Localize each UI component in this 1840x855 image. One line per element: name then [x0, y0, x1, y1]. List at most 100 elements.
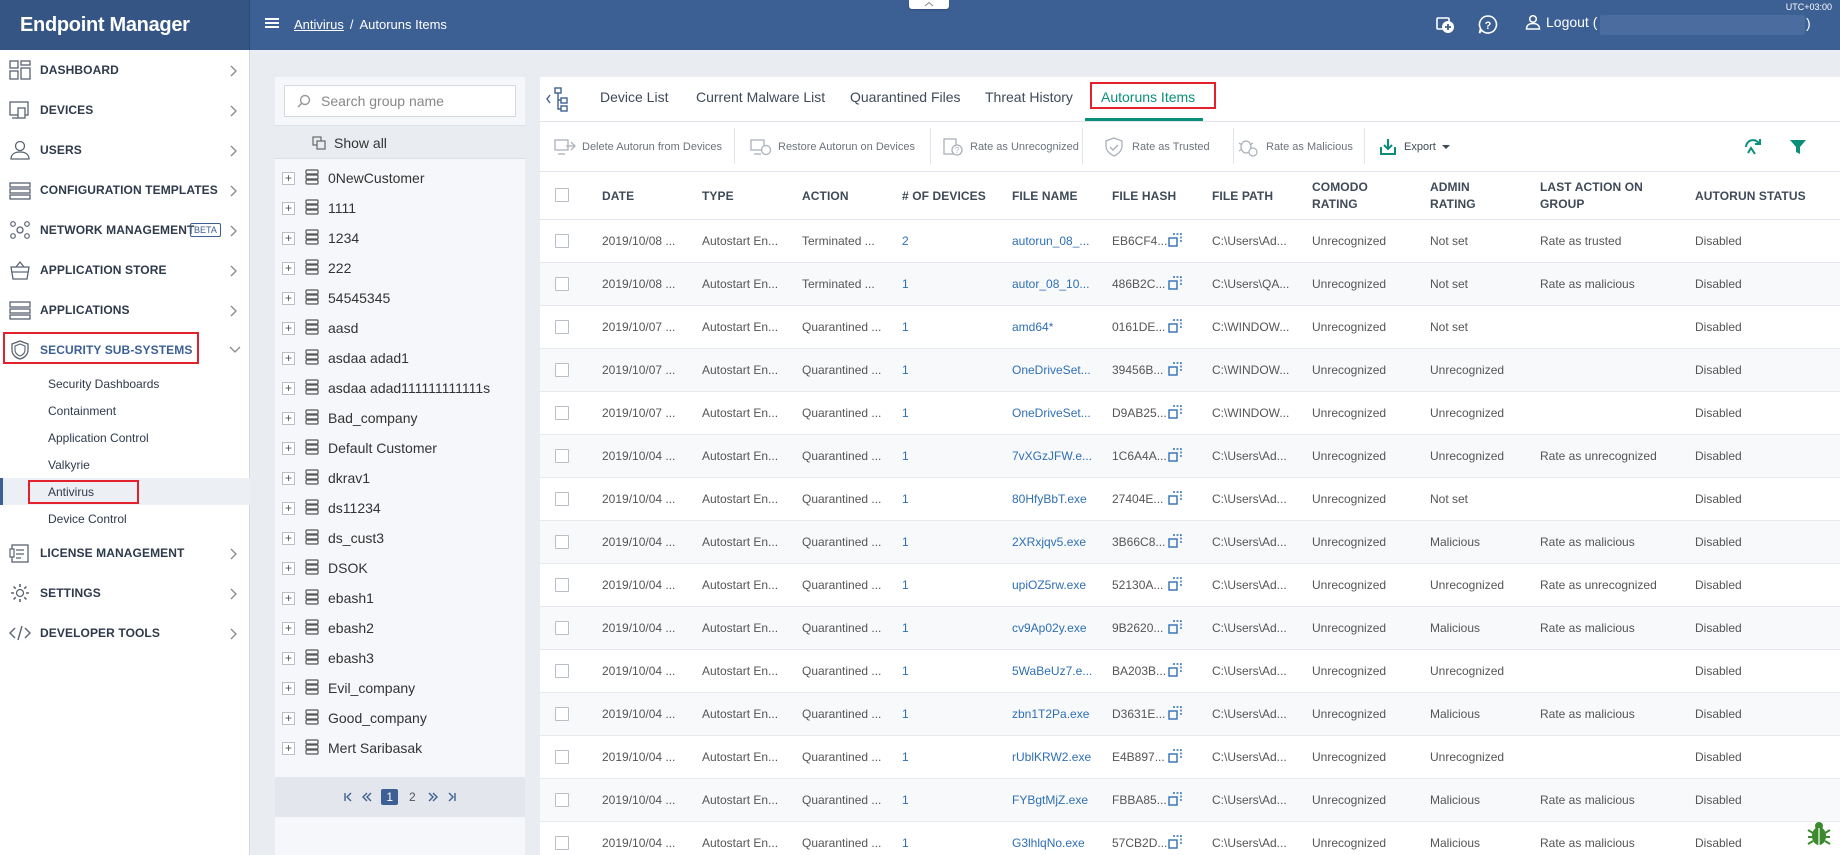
header-collapse-tab[interactable] — [909, 0, 949, 9]
sidebar-item-application-store[interactable]: APPLICATION STORE — [0, 250, 250, 290]
group-item[interactable]: + ebash3 — [275, 643, 525, 673]
sidebar-subitem-security-dashboards[interactable]: Security Dashboards — [0, 370, 250, 397]
select-all-checkbox[interactable] — [555, 188, 569, 202]
copy-hash-icon[interactable] — [1168, 749, 1182, 763]
copy-hash-icon[interactable] — [1168, 405, 1182, 419]
copy-hash-icon[interactable] — [1168, 319, 1182, 333]
cell-devices[interactable]: 1 — [902, 320, 909, 334]
cell-devices[interactable]: 1 — [902, 836, 909, 850]
tab-autoruns-items[interactable]: Autoruns Items — [1101, 89, 1195, 105]
cell-file-name[interactable]: amd64* — [1012, 320, 1053, 334]
row-checkbox[interactable] — [555, 664, 569, 678]
table-row[interactable]: 2019/10/08 ... Autostart En... Terminated … — [540, 263, 1840, 306]
col-file-name[interactable]: FILE NAME — [1012, 188, 1078, 205]
sidebar-item-applications[interactable]: APPLICATIONS — [0, 290, 250, 330]
sidebar-item-dashboard[interactable]: DASHBOARD — [0, 50, 250, 90]
copy-hash-icon[interactable] — [1168, 233, 1182, 247]
expand-icon[interactable]: + — [282, 472, 295, 485]
expand-icon[interactable]: + — [282, 232, 295, 245]
page-2-button[interactable]: 2 — [406, 790, 419, 804]
previous-page-icon[interactable] — [361, 792, 373, 802]
group-item[interactable]: + ebash2 — [275, 613, 525, 643]
export-dropdown[interactable]: Export — [1378, 136, 1450, 158]
expand-icon[interactable]: + — [282, 262, 295, 275]
group-search-input[interactable] — [321, 93, 511, 109]
row-checkbox[interactable] — [555, 277, 569, 291]
group-item[interactable]: + ebash1 — [275, 583, 525, 613]
tab-threat-history[interactable]: Threat History — [985, 89, 1073, 105]
cell-devices[interactable]: 2 — [902, 234, 909, 248]
cell-devices[interactable]: 1 — [902, 664, 909, 678]
table-row[interactable]: 2019/10/04 ... Autostart En... Quarantined… — [540, 435, 1840, 478]
sidebar-subitem-application-control[interactable]: Application Control — [0, 424, 250, 451]
menu-toggle-icon[interactable] — [265, 17, 279, 29]
table-row[interactable]: 2019/10/04 ... Autostart En... Quarantined… — [540, 693, 1840, 736]
copy-hash-icon[interactable] — [1168, 491, 1182, 505]
help-icon[interactable]: ? — [1477, 14, 1499, 36]
copy-hash-icon[interactable] — [1168, 577, 1182, 591]
group-item[interactable]: + Evil_company — [275, 673, 525, 703]
sidebar-item-users[interactable]: USERS — [0, 130, 250, 170]
col-devices[interactable]: # OF DEVICES — [902, 188, 986, 205]
sidebar-item-network-management[interactable]: NETWORK MANAGEMENT BETA — [0, 210, 250, 250]
row-checkbox[interactable] — [555, 707, 569, 721]
cell-file-name[interactable]: cv9Ap02y.exe — [1012, 621, 1087, 635]
row-checkbox[interactable] — [555, 234, 569, 248]
group-item[interactable]: + DSOK — [275, 553, 525, 583]
cell-devices[interactable]: 1 — [902, 535, 909, 549]
group-item[interactable]: +1111 — [275, 193, 525, 223]
col-comodo-rating[interactable]: COMODO RATING — [1312, 179, 1368, 213]
sidebar-subitem-device-control[interactable]: Device Control — [0, 505, 250, 532]
cell-file-name[interactable]: rUblKRW2.exe — [1012, 750, 1091, 764]
group-item[interactable]: + aasd — [275, 313, 525, 343]
col-last-action[interactable]: LAST ACTION ON GROUP — [1540, 179, 1643, 213]
expand-icon[interactable]: + — [282, 742, 295, 755]
cell-file-name[interactable]: autor_08_10... — [1012, 277, 1089, 291]
breadcrumb-antivirus-link[interactable]: Antivirus — [294, 17, 344, 32]
sidebar-subitem-valkyrie[interactable]: Valkyrie — [0, 451, 250, 478]
sidebar-item-developer-tools[interactable]: DEVELOPER TOOLS — [0, 613, 250, 653]
row-checkbox[interactable] — [555, 793, 569, 807]
cell-devices[interactable]: 1 — [902, 449, 909, 463]
expand-icon[interactable]: + — [282, 532, 295, 545]
copy-hash-icon[interactable] — [1168, 706, 1182, 720]
expand-icon[interactable]: + — [282, 652, 295, 665]
cell-devices[interactable]: 1 — [902, 492, 909, 506]
group-item[interactable]: +222 — [275, 253, 525, 283]
row-checkbox[interactable] — [555, 535, 569, 549]
table-row[interactable]: 2019/10/04 ... Autostart En... Quarantined… — [540, 822, 1840, 855]
refresh-icon[interactable] — [1743, 136, 1763, 158]
group-item[interactable]: +0NewCustomer — [275, 163, 525, 193]
cell-file-name[interactable]: zbn1T2Pa.exe — [1012, 707, 1089, 721]
col-date[interactable]: DATE — [602, 188, 634, 205]
cell-file-name[interactable]: FYBgtMjZ.exe — [1012, 793, 1088, 807]
cell-devices[interactable]: 1 — [902, 707, 909, 721]
cell-devices[interactable]: 1 — [902, 277, 909, 291]
table-row[interactable]: 2019/10/04 ... Autostart En... Quarantined… — [540, 650, 1840, 693]
col-file-hash[interactable]: FILE HASH — [1112, 188, 1176, 205]
cell-devices[interactable]: 1 — [902, 578, 909, 592]
table-row[interactable]: 2019/10/07 ... Autostart En... Quarantined… — [540, 392, 1840, 435]
row-checkbox[interactable] — [555, 750, 569, 764]
copy-hash-icon[interactable] — [1168, 448, 1182, 462]
bug-report-icon[interactable] — [1806, 820, 1832, 848]
sidebar-subitem-antivirus[interactable]: Antivirus — [0, 478, 250, 505]
group-item[interactable]: + Bad_company — [275, 403, 525, 433]
expand-icon[interactable]: + — [282, 562, 295, 575]
last-page-icon[interactable] — [447, 792, 457, 802]
cell-file-name[interactable]: OneDriveSet... — [1012, 363, 1091, 377]
rate-trusted-button[interactable]: Rate as Trusted — [1102, 136, 1210, 158]
group-item[interactable]: + ds11234 — [275, 493, 525, 523]
copy-hash-icon[interactable] — [1168, 835, 1182, 849]
cell-file-name[interactable]: 7vXGzJFW.e... — [1012, 449, 1092, 463]
rate-unrecognized-button[interactable]: ? Rate as Unrecognized — [942, 136, 1079, 158]
table-row[interactable]: 2019/10/04 ... Autostart En... Quarantined… — [540, 736, 1840, 779]
table-row[interactable]: 2019/10/04 ... Autostart En... Quarantined… — [540, 478, 1840, 521]
copy-hash-icon[interactable] — [1168, 620, 1182, 634]
expand-icon[interactable]: + — [282, 172, 295, 185]
expand-icon[interactable]: + — [282, 502, 295, 515]
group-item[interactable]: + Default Customer — [275, 433, 525, 463]
sidebar-item-settings[interactable]: SETTINGS — [0, 573, 250, 613]
copy-hash-icon[interactable] — [1168, 362, 1182, 376]
expand-icon[interactable]: + — [282, 202, 295, 215]
